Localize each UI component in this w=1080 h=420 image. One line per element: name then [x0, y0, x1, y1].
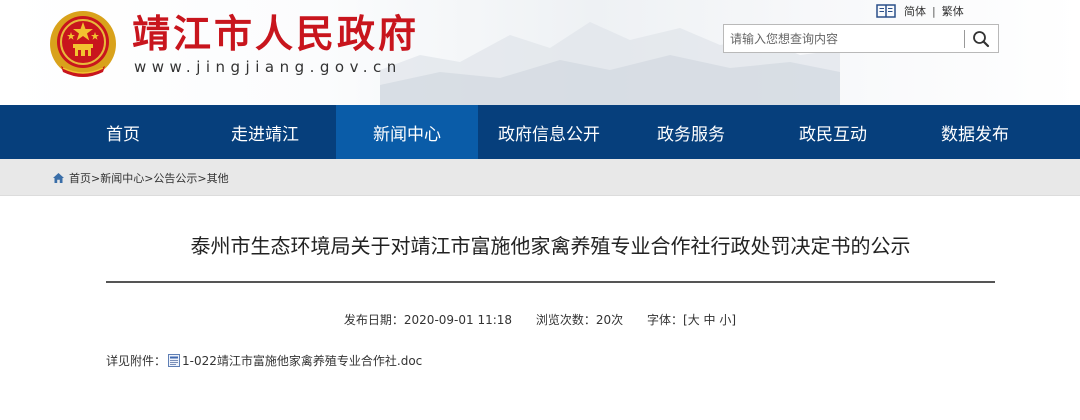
font-size-bracket-close: ] — [731, 313, 737, 327]
breadcrumb-text[interactable]: 首页>新闻中心>公告公示>其他 — [69, 170, 229, 186]
nav-item-government-info[interactable]: 政府信息公开 — [478, 105, 620, 159]
search-button[interactable] — [965, 25, 997, 52]
nav-item-data-release[interactable]: 数据发布 — [904, 105, 1046, 159]
font-small-button[interactable]: 小 — [719, 313, 731, 327]
language-switcher: 简体 | 繁体 — [876, 2, 964, 20]
home-icon — [53, 173, 64, 183]
national-emblem-icon — [50, 11, 116, 77]
attachment-link[interactable]: 1-022靖江市富施他家禽养殖专业合作社.doc — [182, 352, 422, 369]
nav-item-government-services[interactable]: 政务服务 — [620, 105, 762, 159]
site-header: 靖江市人民政府 www.jingjiang.gov.cn 简体 | 繁体 — [0, 0, 1080, 105]
nav-item-news-center[interactable]: 新闻中心 — [336, 105, 478, 159]
breadcrumb: 首页>新闻中心>公告公示>其他 — [52, 170, 229, 186]
font-size-control: 字体：[大 中 小] — [647, 313, 736, 327]
simplified-chinese-link[interactable]: 简体 — [904, 3, 926, 19]
site-url: www.jingjiang.gov.cn — [134, 58, 402, 76]
font-size-label: 字体： — [646, 313, 683, 327]
search-input[interactable] — [724, 25, 962, 52]
publish-date: 发布日期：2020-09-01 11:18 — [343, 313, 513, 327]
font-medium-button[interactable]: 中 — [704, 313, 716, 327]
search-box — [723, 24, 999, 53]
nav-item-public-interaction[interactable]: 政民互动 — [762, 105, 904, 159]
article-title: 泰州市生态环境局关于对靖江市富施他家禽养殖专业合作社行政处罚决定书的公示 — [190, 234, 911, 258]
attachment-label: 详见附件： — [106, 354, 167, 368]
view-count: 浏览次数：20次 — [535, 313, 624, 327]
title-divider — [106, 281, 995, 283]
font-large-button[interactable]: 大 — [688, 313, 700, 327]
nav-item-home[interactable]: 首页 — [52, 105, 194, 159]
book-icon — [876, 4, 896, 18]
traditional-chinese-link[interactable]: 繁体 — [942, 3, 964, 19]
breadcrumb-bar: 首页>新闻中心>公告公示>其他 — [0, 159, 1080, 196]
article-meta: 发布日期：2020-09-01 11:18 浏览次数：20次 字体：[大 中 小… — [0, 311, 1080, 328]
document-icon — [168, 354, 181, 367]
site-title[interactable]: 靖江市人民政府 — [132, 10, 419, 58]
main-navigation: 首页 走进靖江 新闻中心 政府信息公开 政务服务 政民互动 数据发布 — [0, 105, 1080, 159]
magnifier-icon — [973, 30, 990, 47]
nav-item-about-jingjiang[interactable]: 走进靖江 — [194, 105, 336, 159]
language-separator: | — [932, 4, 936, 18]
attachment-line: 详见附件： 1-022靖江市富施他家禽养殖专业合作社.doc — [106, 352, 422, 369]
